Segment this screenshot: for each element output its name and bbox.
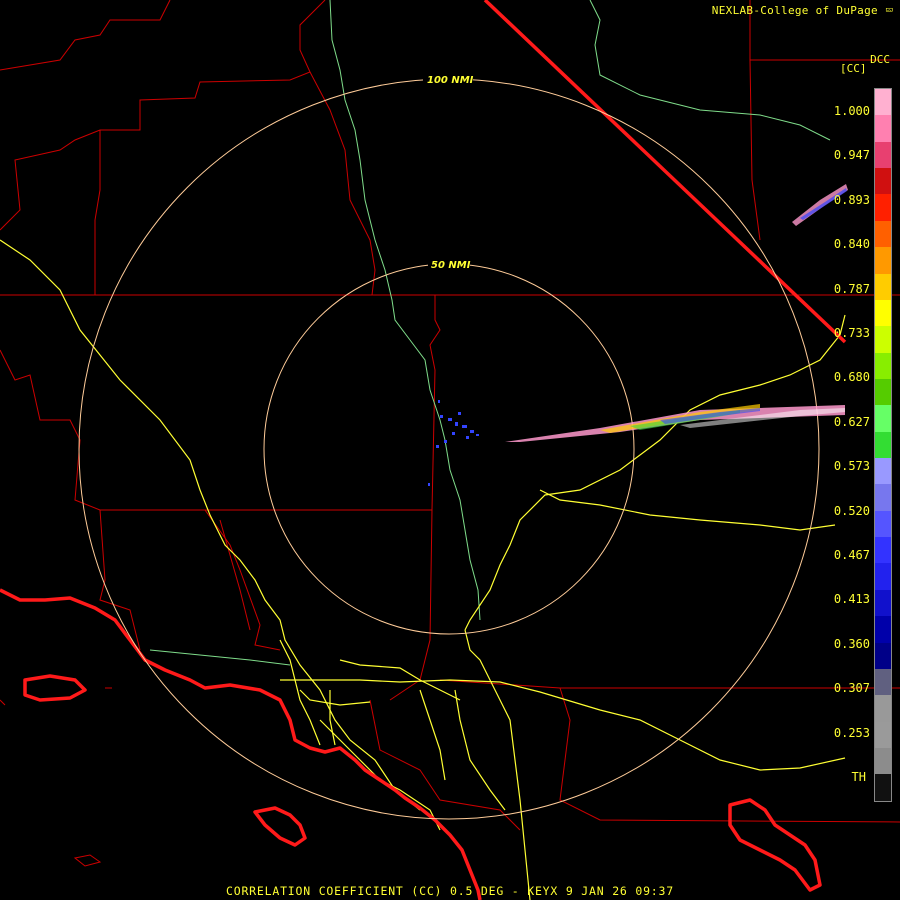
colorbar-label: [CC] — [840, 62, 867, 75]
colorbar-tick-label: 0.360 — [833, 636, 870, 651]
colorbar-swatch — [875, 484, 891, 511]
colorbar-tick-label: 0.840 — [833, 237, 870, 252]
colorbar-swatch — [875, 194, 891, 221]
colorbar-tick-label: 0.893 — [833, 192, 870, 207]
colorbar-tick-label: 0.413 — [833, 592, 870, 607]
colorbar-tick-label: 0.467 — [833, 548, 870, 562]
colorbar-tick-label: 0.680 — [833, 370, 870, 385]
colorbar-tick-label: 0.520 — [833, 503, 870, 518]
credit-label: NEXLAB-College of DuPage ⮹ — [712, 4, 894, 18]
colorbar-tick-label: 0.733 — [833, 326, 870, 340]
colorbar-swatch — [875, 405, 891, 432]
radar-map: 100 NMI 50 NMI — [0, 0, 900, 900]
colorbar-swatch — [875, 458, 891, 485]
colorbar — [874, 88, 892, 802]
product-title: CORRELATION COEFFICIENT (CC) 0.5 DEG - K… — [226, 884, 674, 898]
colorbar-tick-label: 0.253 — [833, 725, 870, 740]
colorbar-swatch — [875, 247, 891, 274]
colorbar-swatch — [875, 642, 891, 669]
radar-returns — [428, 184, 848, 486]
range-ring-100nmi-label: 100 NMI — [427, 75, 474, 86]
colorbar-swatch — [875, 747, 891, 775]
colorbar-swatch — [875, 589, 891, 617]
nexlab-logo-icon: ⮹ — [884, 4, 894, 17]
coastline — [0, 588, 822, 900]
colorbar-swatch — [875, 721, 891, 748]
state-border-ca-nv — [483, 0, 847, 344]
range-ring-50nmi — [263, 263, 635, 635]
colorbar-tick-label: 0.787 — [833, 281, 870, 296]
colorbar-swatch — [875, 273, 891, 300]
colorbar-tick-label: 0.573 — [833, 459, 870, 474]
colorbar-swatch — [875, 774, 891, 801]
colorbar-swatch — [875, 510, 891, 538]
colorbar-swatch — [875, 352, 891, 379]
colorbar-tick-label: 0.307 — [833, 681, 870, 696]
colorbar-swatch — [875, 695, 891, 722]
colorbar-swatch — [875, 220, 891, 248]
colorbar-swatch — [875, 299, 891, 327]
credit-text: NEXLAB-College of DuPage — [711, 4, 878, 17]
colorbar-swatch — [875, 537, 891, 564]
echo-band-east — [505, 404, 845, 442]
colorbar-tick-label: 0.627 — [833, 414, 870, 429]
colorbar-swatch — [875, 141, 891, 169]
colorbar-swatch — [875, 668, 891, 696]
echo-cluster-center — [428, 400, 479, 486]
colorbar-swatch — [875, 431, 891, 459]
site-label: DCC — [870, 53, 890, 66]
colorbar-swatch — [875, 616, 891, 643]
colorbar-tick-label: TH — [851, 770, 866, 784]
colorbar-swatch — [875, 378, 891, 406]
highways — [0, 239, 846, 900]
colorbar-tick-label: 1.000 — [833, 104, 870, 118]
range-ring-50nmi-label: 50 NMI — [431, 260, 471, 271]
colorbar-swatch — [875, 89, 891, 116]
range-ring-100nmi — [78, 78, 820, 820]
colorbar-swatch — [875, 326, 891, 353]
range-rings — [78, 78, 820, 820]
coastline-minor — [0, 687, 112, 867]
colorbar-swatch — [875, 563, 891, 590]
colorbar-swatch — [875, 115, 891, 142]
colorbar-swatch — [875, 168, 891, 195]
colorbar-tick-label: 0.947 — [833, 148, 870, 163]
rivers — [149, 0, 831, 666]
